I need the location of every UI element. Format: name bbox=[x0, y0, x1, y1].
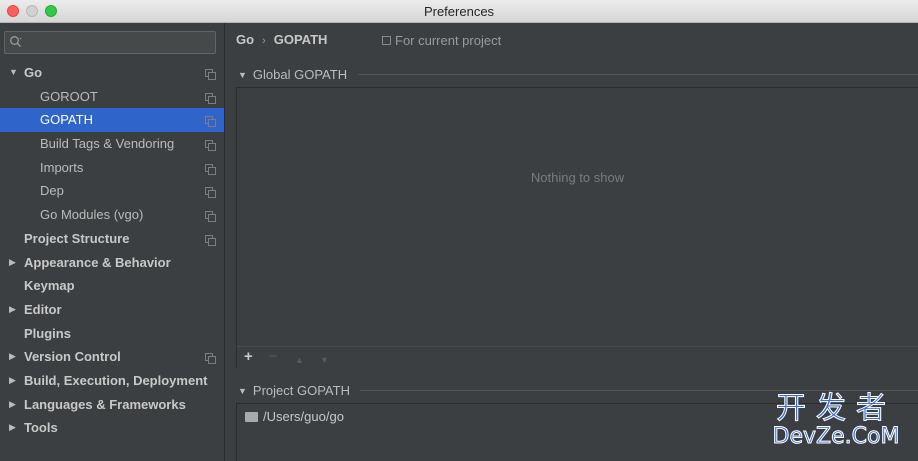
sidebar-item-editor[interactable]: ▶ Editor bbox=[0, 298, 224, 322]
sidebar-item-label: Editor bbox=[24, 301, 62, 317]
sidebar-item-label: Appearance & Behavior bbox=[24, 254, 171, 270]
sidebar-item-label: Build, Execution, Deployment bbox=[24, 372, 208, 388]
sidebar-item-appearance-behavior[interactable]: ▶ Appearance & Behavior bbox=[0, 251, 224, 275]
sidebar-item-label: Plugins bbox=[24, 325, 71, 341]
watermark-line-2: DevZe.CoM bbox=[772, 424, 900, 449]
settings-sidebar: ▼ Go GOROOT GOPATH Build Tags & Vendoring Imp… bbox=[0, 23, 225, 461]
sidebar-item-build-execution-deployment[interactable]: ▶ Build, Execution, Deployment bbox=[0, 369, 224, 393]
sidebar-item-go-modules-vgo[interactable]: Go Modules (vgo) bbox=[0, 203, 224, 227]
sidebar-item-go[interactable]: ▼ Go bbox=[0, 61, 224, 85]
project-level-icon bbox=[205, 116, 216, 128]
section-divider bbox=[358, 74, 918, 75]
add-button[interactable]: + bbox=[244, 348, 253, 366]
sidebar-item-label: Languages & Frameworks bbox=[24, 396, 186, 412]
settings-tree: ▼ Go GOROOT GOPATH Build Tags & Vendoring Imp… bbox=[0, 61, 224, 440]
collapse-arrow-icon: ▼ bbox=[238, 386, 247, 396]
sidebar-item-label: Tools bbox=[24, 420, 58, 436]
sidebar-item-label: Keymap bbox=[24, 278, 75, 294]
project-level-icon bbox=[205, 140, 216, 152]
sidebar-item-imports[interactable]: Imports bbox=[0, 156, 224, 180]
collapsed-arrow-icon[interactable]: ▶ bbox=[9, 345, 16, 369]
sidebar-item-label: GOPATH bbox=[40, 112, 93, 128]
sidebar-item-plugins[interactable]: Plugins bbox=[0, 322, 224, 346]
breadcrumb: Go › GOPATH bbox=[236, 32, 327, 47]
project-level-icon bbox=[205, 211, 216, 223]
sidebar-item-tools[interactable]: ▶ Tools bbox=[0, 416, 224, 440]
project-level-icon bbox=[205, 234, 216, 246]
collapse-arrow-icon: ▼ bbox=[238, 70, 247, 80]
breadcrumb-item-gopath: GOPATH bbox=[273, 32, 328, 47]
list-item[interactable]: /Users/guo/go bbox=[245, 409, 344, 424]
scope-label: For current project bbox=[395, 33, 502, 48]
breadcrumb-item-go: Go bbox=[236, 32, 255, 47]
sidebar-item-label: Project Structure bbox=[24, 230, 130, 246]
collapsed-arrow-icon[interactable]: ▶ bbox=[9, 369, 16, 393]
global-gopath-title: Global GOPATH bbox=[252, 67, 348, 82]
project-gopath-title: Project GOPATH bbox=[252, 383, 350, 398]
project-level-icon bbox=[205, 163, 216, 175]
sidebar-item-label: Version Control bbox=[24, 349, 121, 365]
copy-icon bbox=[382, 36, 391, 45]
search-input[interactable] bbox=[4, 31, 216, 54]
empty-list-text: Nothing to show bbox=[530, 170, 625, 185]
collapsed-arrow-icon[interactable]: ▶ bbox=[9, 416, 16, 440]
sidebar-item-gopath[interactable]: GOPATH bbox=[0, 108, 224, 133]
project-level-icon bbox=[205, 92, 216, 104]
settings-content: Go › GOPATH For current project ▼ Global GO… bbox=[226, 23, 918, 461]
project-level-icon bbox=[205, 353, 216, 365]
global-gopath-toolbar: + − ▲ ▼ bbox=[236, 346, 918, 368]
sidebar-item-label: Go Modules (vgo) bbox=[40, 207, 144, 223]
window-title: Preferences bbox=[423, 4, 495, 19]
sidebar-item-goroot[interactable]: GOROOT bbox=[0, 85, 224, 109]
sidebar-item-label: Dep bbox=[40, 183, 64, 199]
sidebar-item-languages-frameworks[interactable]: ▶ Languages & Frameworks bbox=[0, 393, 224, 417]
sidebar-item-build-tags-vendoring[interactable]: Build Tags & Vendoring bbox=[0, 132, 224, 156]
move-down-button[interactable]: ▼ bbox=[320, 351, 329, 369]
breadcrumb-separator-icon: › bbox=[262, 35, 266, 47]
search-icon bbox=[10, 36, 22, 47]
sidebar-item-label: GOROOT bbox=[40, 88, 98, 104]
project-gopath-header[interactable]: ▼ Project GOPATH bbox=[238, 383, 350, 398]
watermark-line-1: 开发者 bbox=[776, 391, 896, 426]
expanded-arrow-icon[interactable]: ▼ bbox=[9, 61, 18, 85]
collapsed-arrow-icon[interactable]: ▶ bbox=[9, 251, 16, 275]
global-gopath-header[interactable]: ▼ Global GOPATH bbox=[238, 67, 347, 82]
sidebar-item-project-structure[interactable]: Project Structure bbox=[0, 227, 224, 251]
title-bar: Preferences bbox=[0, 0, 918, 23]
project-level-icon bbox=[205, 187, 216, 199]
sidebar-item-label: Build Tags & Vendoring bbox=[40, 136, 175, 152]
move-up-button[interactable]: ▲ bbox=[295, 351, 304, 369]
sidebar-item-dep[interactable]: Dep bbox=[0, 179, 224, 203]
path-label: /Users/guo/go bbox=[263, 409, 344, 424]
site-watermark: 开发者 DevZe.CoM bbox=[756, 391, 916, 449]
collapsed-arrow-icon[interactable]: ▶ bbox=[9, 393, 16, 417]
global-gopath-list[interactable]: Nothing to show bbox=[236, 87, 918, 347]
sidebar-item-version-control[interactable]: ▶ Version Control bbox=[0, 345, 224, 369]
project-scope-indicator: For current project bbox=[382, 33, 501, 48]
sidebar-item-keymap[interactable]: Keymap bbox=[0, 274, 224, 298]
collapsed-arrow-icon[interactable]: ▶ bbox=[9, 298, 16, 322]
folder-icon bbox=[245, 412, 258, 422]
project-level-icon bbox=[205, 69, 216, 80]
remove-button[interactable]: − bbox=[269, 348, 278, 366]
sidebar-item-label: Go bbox=[24, 65, 43, 80]
sidebar-item-label: Imports bbox=[40, 159, 84, 175]
